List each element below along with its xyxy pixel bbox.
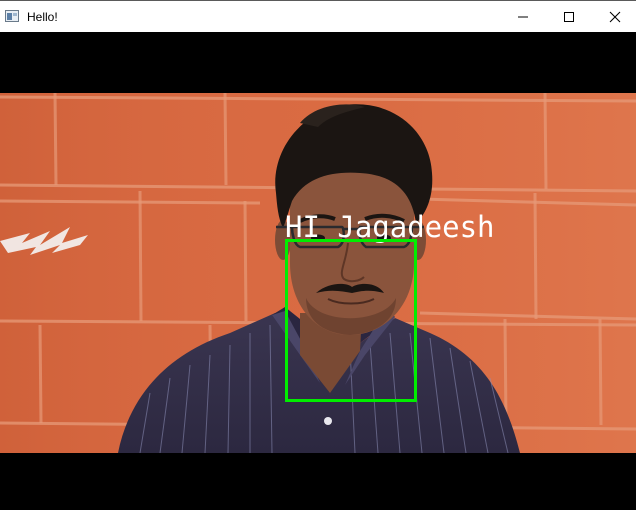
minimize-icon [518, 16, 528, 17]
camera-view: HI Jagadeesh [0, 32, 636, 510]
recognized-name-label: HI Jagadeesh [285, 210, 495, 244]
window-title: Hello! [27, 10, 58, 24]
maximize-button[interactable] [546, 1, 592, 32]
maximize-icon [564, 11, 574, 22]
close-button[interactable] [592, 1, 636, 32]
app-window-icon [5, 10, 19, 22]
title-bar[interactable]: Hello! [0, 0, 636, 32]
close-icon [609, 11, 621, 22]
webcam-frame: HI Jagadeesh [0, 93, 636, 453]
minimize-button[interactable] [500, 1, 546, 32]
face-detection-box [285, 239, 417, 402]
app-window: Hello! HI Jagadeesh [0, 0, 636, 510]
